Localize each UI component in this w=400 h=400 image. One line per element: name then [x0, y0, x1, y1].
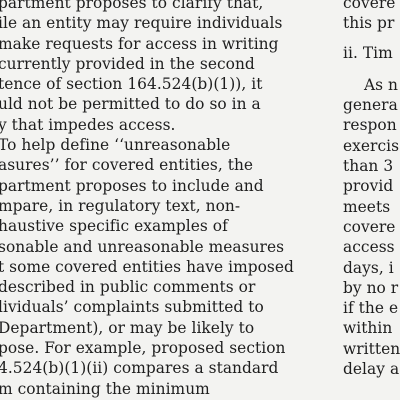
text-line: written — [343, 339, 400, 358]
text-line: uld not be permitted to do so in a — [0, 95, 261, 114]
text-line: meets — [343, 197, 391, 216]
right-text-column: covere this pr ii. Tim As n genera respo… — [343, 0, 400, 379]
text-line: partment proposes to clarify that, — [0, 0, 264, 12]
text-line: ile an entity may require individuals — [0, 14, 283, 33]
text-line: if the e — [343, 299, 399, 318]
text-line: y that impedes access. — [0, 115, 176, 134]
text-line: within — [343, 319, 393, 338]
text-line: described in public comments or — [0, 278, 256, 297]
text-line: asures’’ for covered entities, the — [0, 156, 254, 175]
text-line: currently provided in the second — [0, 54, 255, 73]
text-line: haustive specific examples of — [0, 217, 228, 236]
text-line: respon — [343, 116, 397, 135]
text-line: than 3 — [343, 157, 394, 176]
text-line: sonable and unreasonable measures — [0, 237, 285, 256]
text-line: mpare, in regulatory text, non- — [0, 196, 241, 215]
text-line: As n — [364, 75, 399, 94]
text-line: partment proposes to include and — [0, 176, 264, 195]
left-text-column: partment proposes to clarify that, ile a… — [0, 0, 328, 399]
text-line: tence of section 164.524(b)(1)), it — [0, 75, 263, 94]
text-line: To help define ‘‘unreasonable — [0, 136, 231, 155]
text-line: covere — [343, 0, 396, 12]
text-line: exercis — [343, 136, 400, 155]
text-line: by no r — [343, 278, 399, 297]
text-line: access — [343, 238, 395, 257]
text-line: make requests for access in writing — [0, 34, 279, 53]
document-page: partment proposes to clarify that, ile a… — [0, 0, 400, 400]
text-line: pose. For example, proposed section — [0, 339, 286, 358]
text-line: genera — [343, 96, 398, 115]
text-line: days, i — [343, 258, 394, 277]
text-line: 4.524(b)(1)(ii) compares a standard — [0, 359, 279, 378]
text-line: lividuals’ complaints submitted to — [0, 298, 264, 317]
text-line: t some covered entities have imposed — [0, 257, 294, 276]
column-gutter — [326, 0, 340, 400]
text-line: m containing the minimum — [0, 379, 210, 398]
text-line: delay a — [343, 360, 400, 379]
section-heading: ii. Tim — [343, 43, 393, 62]
text-line: provid — [343, 177, 394, 196]
text-line: Department), or may be likely to — [0, 318, 255, 337]
text-line: this pr — [343, 14, 395, 33]
text-line: covere — [343, 217, 396, 236]
